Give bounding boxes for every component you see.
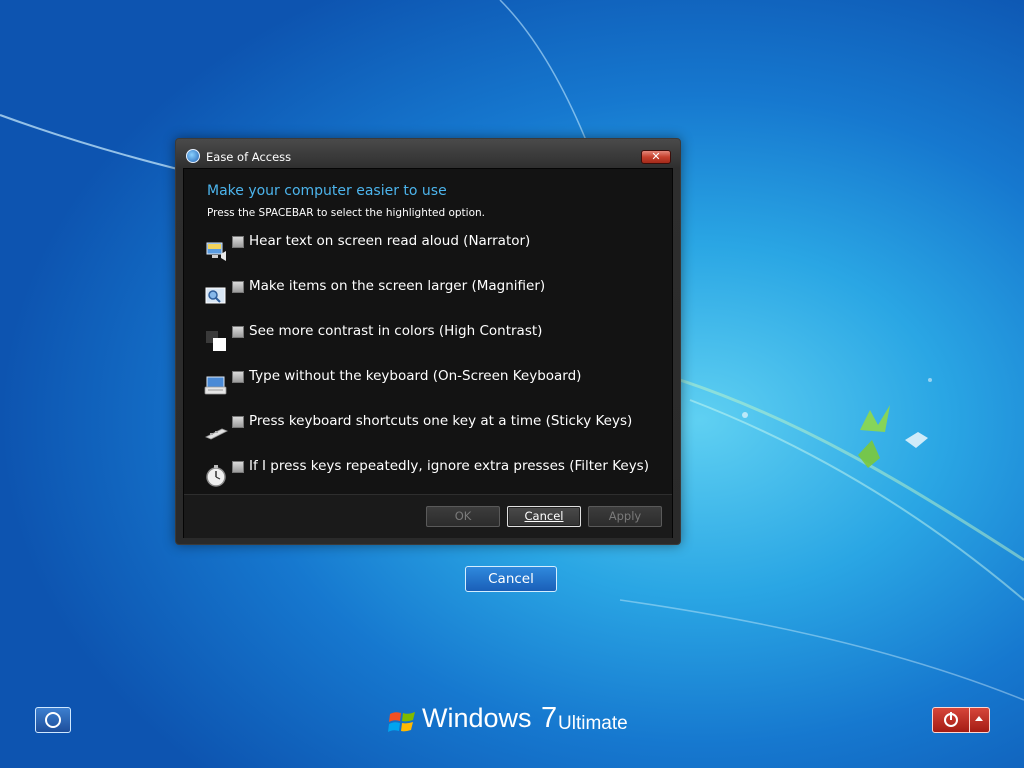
brand-edition: Ultimate	[558, 713, 628, 734]
ease-of-access-title-icon	[186, 149, 200, 163]
brand-version: 7	[541, 702, 558, 734]
option-sticky-keys[interactable]: Press keyboard shortcuts one key at a ti…	[202, 413, 662, 447]
dialog-hint: Press the SPACEBAR to select the highlig…	[207, 207, 485, 219]
high-contrast-label[interactable]: See more contrast in colors (High Contra…	[249, 323, 542, 339]
option-magnifier[interactable]: Make items on the screen larger (Magnifi…	[202, 278, 662, 312]
high-contrast-checkbox[interactable]	[232, 326, 244, 338]
shutdown-button[interactable]	[932, 707, 970, 733]
option-high-contrast[interactable]: See more contrast in colors (High Contra…	[202, 323, 662, 357]
dialog-titlebar[interactable]: Ease of Access ✕	[176, 139, 680, 169]
windows-logo-icon	[388, 712, 415, 732]
close-icon: ✕	[651, 150, 661, 163]
narrator-label[interactable]: Hear text on screen read aloud (Narrator…	[249, 233, 530, 249]
dialog-heading: Make your computer easier to use	[207, 183, 447, 199]
bird-icon	[858, 405, 928, 468]
on-screen-keyboard-icon	[204, 376, 227, 395]
dialog-title: Ease of Access	[206, 150, 292, 164]
dialog-button-bar: OK Cancel Apply	[184, 494, 672, 538]
cancel-button-label: Cancel	[524, 509, 564, 523]
on-screen-keyboard-checkbox[interactable]	[232, 371, 244, 383]
dialog-content: Make your computer easier to use Press t…	[183, 168, 673, 538]
brand-windows: Windows	[422, 703, 532, 733]
magnifier-label[interactable]: Make items on the screen larger (Magnifi…	[249, 278, 545, 294]
windows-branding: Windows 7 Ultimate	[388, 702, 648, 743]
cancel-button[interactable]: Cancel	[507, 506, 581, 527]
shutdown-options-button[interactable]	[970, 707, 990, 733]
on-screen-keyboard-label[interactable]: Type without the keyboard (On-Screen Key…	[249, 368, 581, 384]
ease-of-access-icon	[45, 712, 61, 728]
sticky-keys-icon	[205, 428, 228, 440]
option-narrator[interactable]: Hear text on screen read aloud (Narrator…	[202, 233, 662, 267]
filter-keys-checkbox[interactable]	[232, 461, 244, 473]
narrator-icon	[206, 242, 226, 261]
logon-cancel-button[interactable]: Cancel	[465, 566, 557, 592]
filter-keys-icon	[206, 465, 226, 487]
ok-button[interactable]: OK	[426, 506, 500, 527]
power-icon	[944, 712, 958, 727]
close-button[interactable]: ✕	[641, 150, 671, 164]
sticky-keys-label[interactable]: Press keyboard shortcuts one key at a ti…	[249, 413, 632, 429]
sticky-keys-checkbox[interactable]	[232, 416, 244, 428]
ease-of-access-dialog: Ease of Access ✕ Make your computer easi…	[175, 138, 681, 545]
chevron-up-icon	[975, 716, 983, 721]
magnifier-checkbox[interactable]	[232, 281, 244, 293]
apply-button[interactable]: Apply	[588, 506, 662, 527]
ease-of-access-button[interactable]	[35, 707, 71, 733]
high-contrast-icon	[206, 331, 226, 351]
shutdown-controls	[932, 707, 990, 733]
magnifier-icon	[205, 287, 226, 304]
logon-screen: Ease of Access ✕ Make your computer easi…	[0, 0, 1024, 768]
option-filter-keys[interactable]: If I press keys repeatedly, ignore extra…	[202, 458, 662, 492]
filter-keys-label[interactable]: If I press keys repeatedly, ignore extra…	[249, 458, 649, 474]
narrator-checkbox[interactable]	[232, 236, 244, 248]
option-on-screen-keyboard[interactable]: Type without the keyboard (On-Screen Key…	[202, 368, 662, 402]
